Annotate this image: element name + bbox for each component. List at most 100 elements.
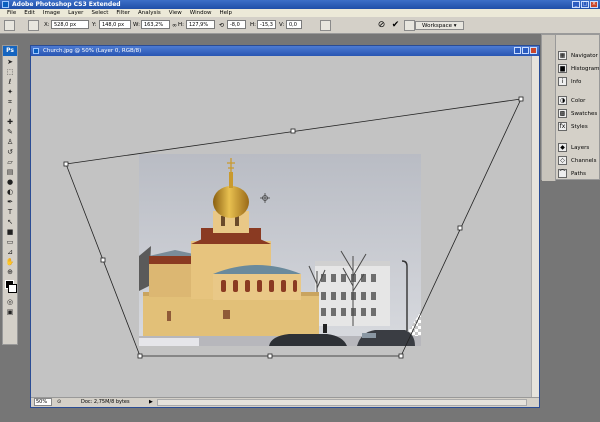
cancel-transform-icon[interactable]: ⊘ [376, 20, 387, 31]
blur-tool-icon[interactable]: ● [4, 178, 16, 187]
rotation-field[interactable]: -8,0 [227, 20, 246, 29]
bridge-icon[interactable] [404, 20, 415, 31]
hand-tool-icon[interactable]: ✋ [4, 258, 16, 267]
horizontal-scrollbar[interactable] [157, 399, 527, 406]
menu-edit[interactable]: Edit [20, 9, 39, 17]
window-controls: _ □ × [572, 1, 598, 8]
document-title: Church.jpg @ 50% (Layer 0, RGB/8) [43, 48, 142, 54]
menu-image[interactable]: Image [39, 9, 64, 17]
reference-point-icon[interactable] [28, 20, 39, 31]
panel-layers[interactable]: ◆ Layers [556, 141, 600, 154]
doc-size-readout: Doc: 2,75M/8 bytes [81, 399, 130, 405]
status-menu-arrow-icon[interactable]: ▶ [149, 398, 153, 407]
healing-brush-icon[interactable]: ✚ [4, 118, 16, 127]
handle-middle-left[interactable] [100, 257, 106, 263]
menu-select[interactable]: Select [87, 9, 112, 17]
commit-transform-icon[interactable]: ✔ [390, 20, 401, 31]
document-controls [514, 47, 537, 54]
menu-file[interactable]: File [3, 9, 20, 17]
brush-tool-icon[interactable]: ✎ [4, 128, 16, 137]
styles-icon: fx [558, 122, 567, 131]
vertical-scrollbar[interactable] [531, 56, 539, 399]
document-close-button[interactable] [530, 47, 537, 54]
quick-mask-icon[interactable]: ◎ [4, 298, 16, 307]
shape-tool-icon[interactable]: ■ [4, 228, 16, 237]
panel-swatches[interactable]: ▩ Swatches [556, 107, 600, 120]
panel-swatches-label: Swatches [571, 110, 598, 117]
handle-top-left[interactable] [63, 161, 69, 167]
tools-panel: Ps ➤ ⬚ ℓ ✦ ⌗ ∕ ✚ ✎ ♙ ↺ ▱ ▤ ● ◐ ✒ T ↖ ■ ▭… [2, 45, 18, 345]
panel-histogram[interactable]: ▆ Histogram [556, 62, 600, 75]
document-icon [33, 48, 39, 54]
menu-view[interactable]: View [165, 9, 186, 17]
window-title: Adobe Photoshop CS3 Extended [12, 1, 121, 8]
zoom-field[interactable]: 50% [34, 398, 52, 406]
marquee-tool-icon[interactable]: ⬚ [4, 68, 16, 77]
history-brush-icon[interactable]: ↺ [4, 148, 16, 157]
handle-bottom-middle[interactable] [267, 353, 273, 359]
slice-tool-icon[interactable]: ∕ [4, 108, 16, 117]
panel-group-layers: ◆ Layers ◇ Channels ⌒ Paths [556, 141, 600, 180]
panel-group-color: ◑ Color ▩ Swatches fx Styles [556, 94, 600, 133]
w-field[interactable]: 163,2% [141, 20, 170, 29]
h-field[interactable]: 127,9% [186, 20, 215, 29]
panel-info[interactable]: i Info [556, 75, 600, 88]
menu-analysis[interactable]: Analysis [134, 9, 165, 17]
status-icon[interactable]: ⊙ [57, 398, 61, 407]
crop-tool-icon[interactable]: ⌗ [4, 98, 16, 107]
move-tool-icon[interactable]: ➤ [4, 58, 16, 67]
h-label: H: [178, 22, 184, 28]
type-tool-icon[interactable]: T [4, 208, 16, 217]
x-field[interactable]: 528,0 px [51, 20, 89, 29]
menu-help[interactable]: Help [215, 9, 236, 17]
photoshop-window: Adobe Photoshop CS3 Extended _ □ × File … [0, 0, 600, 422]
clone-stamp-icon[interactable]: ♙ [4, 138, 16, 147]
handle-top-middle[interactable] [290, 128, 296, 134]
vskew-field[interactable]: 0,0 [286, 20, 302, 29]
canvas-svg [63, 96, 524, 359]
path-selection-icon[interactable]: ↖ [4, 218, 16, 227]
document-maximize-button[interactable] [522, 47, 529, 54]
background-color-swatch[interactable] [8, 284, 17, 293]
maximize-button[interactable]: □ [581, 1, 589, 8]
magic-wand-tool-icon[interactable]: ✦ [4, 88, 16, 97]
y-label: Y: [92, 22, 97, 28]
close-button[interactable]: × [590, 1, 598, 8]
menu-filter[interactable]: Filter [112, 9, 134, 17]
workspace-label: Workspace [422, 23, 453, 29]
screen-mode-icon[interactable]: ▣ [4, 308, 16, 317]
status-bar: 50% ⊙ Doc: 2,75M/8 bytes ▶ [31, 397, 539, 407]
panel-channels[interactable]: ◇ Channels [556, 154, 600, 167]
eraser-tool-icon[interactable]: ▱ [4, 158, 16, 167]
panel-styles[interactable]: fx Styles [556, 120, 600, 133]
panel-color[interactable]: ◑ Color [556, 94, 600, 107]
handle-bottom-right[interactable] [398, 353, 404, 359]
handle-middle-right[interactable] [457, 225, 463, 231]
handle-top-right[interactable] [518, 96, 524, 102]
link-icon[interactable]: ∞ [172, 20, 177, 31]
lasso-tool-icon[interactable]: ℓ [4, 78, 16, 87]
workspace-button[interactable]: Workspace ▾ [415, 21, 464, 30]
menu-window[interactable]: Window [186, 9, 216, 17]
hskew-field[interactable]: -15,3 [257, 20, 276, 29]
dodge-tool-icon[interactable]: ◐ [4, 188, 16, 197]
panel-info-label: Info [571, 78, 582, 85]
y-field[interactable]: 148,0 px [99, 20, 131, 29]
panel-navigator[interactable]: ▦ Navigator [556, 49, 600, 62]
canvas-area[interactable] [31, 56, 539, 399]
document-minimize-button[interactable] [514, 47, 521, 54]
zoom-tool-icon[interactable]: ⊕ [4, 268, 16, 277]
notes-tool-icon[interactable]: ▭ [4, 238, 16, 247]
handle-bottom-left[interactable] [137, 353, 143, 359]
warp-mode-icon[interactable] [320, 20, 331, 31]
pen-tool-icon[interactable]: ✒ [4, 198, 16, 207]
panel-paths[interactable]: ⌒ Paths [556, 167, 600, 180]
document-title-bar[interactable]: Church.jpg @ 50% (Layer 0, RGB/8) [31, 46, 539, 56]
menu-layer[interactable]: Layer [64, 9, 87, 17]
panel-navigator-label: Navigator [571, 52, 598, 59]
tool-preset-icon[interactable] [4, 20, 15, 31]
eyedropper-tool-icon[interactable]: ⊿ [4, 248, 16, 257]
panel-dock: ▦ Navigator ▆ Histogram i Info ◑ Color ▩ Swat… [541, 34, 600, 181]
minimize-button[interactable]: _ [572, 1, 580, 8]
gradient-tool-icon[interactable]: ▤ [4, 168, 16, 177]
